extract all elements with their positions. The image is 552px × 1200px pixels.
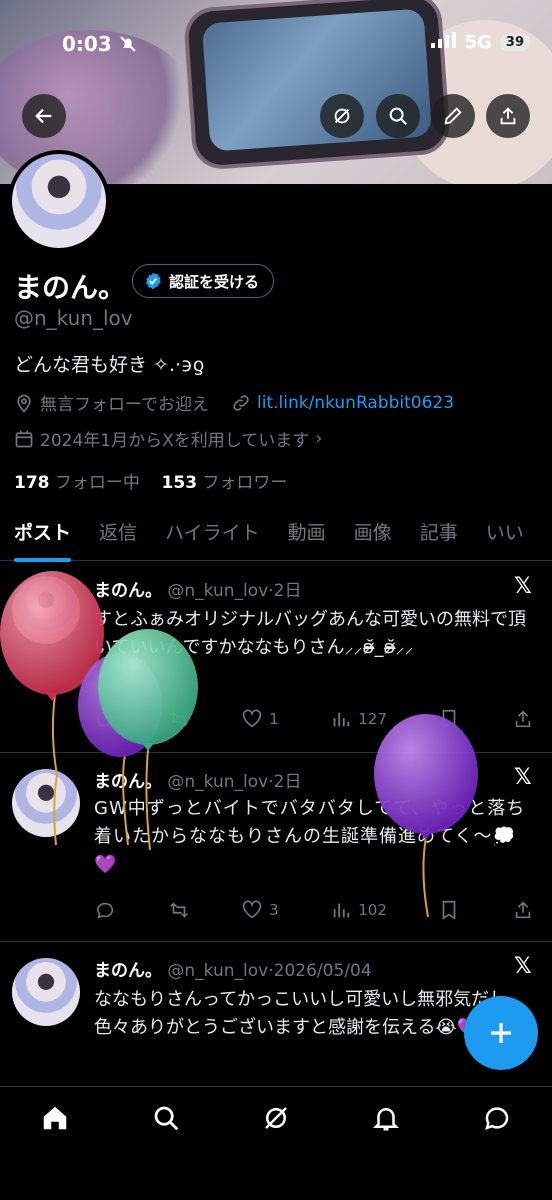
grok-button[interactable] <box>320 94 364 138</box>
x-logo-icon: 𝕏 <box>514 765 532 790</box>
heart-icon <box>242 709 262 728</box>
tab-replies[interactable]: 返信 <box>85 508 151 560</box>
verified-badge-icon <box>146 272 161 290</box>
profile-tabs: ポスト 返信 ハイライト 動画 画像 記事 いい <box>0 508 552 562</box>
bell-icon <box>373 1108 400 1131</box>
pencil-icon <box>444 107 462 125</box>
balloon-decoration-right <box>374 714 478 917</box>
display-name: まのん。 <box>14 271 127 304</box>
purple-balloon <box>374 714 478 834</box>
tab-photos[interactable]: 画像 <box>340 508 406 560</box>
signal-icon <box>430 32 457 53</box>
search-icon <box>154 1106 178 1131</box>
location-text: 無言フォローでお迎え <box>40 395 209 415</box>
follow-stats: 178 フォロー中 153 フォロワー <box>14 468 287 493</box>
tab-likes[interactable]: いい <box>472 508 538 560</box>
profile-meta-row: 無言フォローでお迎え lit.link/nkunRabbit0623 <box>14 390 454 415</box>
share-icon <box>500 107 516 125</box>
share-post-button[interactable] <box>512 708 534 730</box>
nav-search[interactable] <box>151 1103 181 1200</box>
post-avatar[interactable] <box>12 958 80 1026</box>
edit-button[interactable] <box>431 94 475 138</box>
arrow-left-icon <box>35 108 52 124</box>
home-icon <box>43 1106 67 1130</box>
repost-icon <box>169 902 188 918</box>
battery-icon: 39 <box>499 34 530 51</box>
bio: どんな君も好き ✧.·϶ƍ <box>14 354 205 376</box>
share-button[interactable] <box>486 94 530 138</box>
heart-icon <box>242 900 262 919</box>
compose-button[interactable] <box>464 996 538 1070</box>
plus-icon <box>491 1023 511 1043</box>
like-button[interactable]: 3 <box>241 899 279 921</box>
grok-icon <box>265 1107 287 1129</box>
reply-button[interactable] <box>94 899 116 921</box>
nav-notifications[interactable] <box>371 1103 401 1200</box>
like-button[interactable]: 1 <box>241 708 279 730</box>
verify-label: 認証を受ける <box>169 272 260 291</box>
share-icon <box>515 710 531 728</box>
tab-highlights[interactable]: ハイライト <box>151 508 274 560</box>
reply-icon <box>96 902 114 919</box>
repost-button[interactable] <box>168 899 190 921</box>
status-time: 0:03 <box>62 32 112 56</box>
joined-row[interactable]: 2024年1月からXを利用しています › <box>14 426 322 451</box>
tab-articles[interactable]: 記事 <box>406 508 472 560</box>
x-logo-icon: 𝕏 <box>514 954 532 979</box>
link-icon <box>233 394 249 411</box>
share-post-button[interactable] <box>512 899 534 921</box>
calendar-icon <box>15 430 33 447</box>
status-indicators: 5G 39 <box>430 32 530 53</box>
search-button[interactable] <box>376 94 420 138</box>
chevron-right-icon: › <box>315 428 323 449</box>
nav-grok[interactable] <box>261 1103 291 1200</box>
joined-text: 2024年1月からXを利用しています <box>40 431 310 451</box>
followers-link[interactable]: 153 フォロワー <box>162 473 288 493</box>
chat-icon <box>484 1107 508 1131</box>
following-link[interactable]: 178 フォロー中 <box>14 473 140 493</box>
search-icon <box>389 107 407 125</box>
post-header: まのん。 @n_kun_lov·2026/05/04 <box>94 961 372 981</box>
back-button[interactable] <box>22 94 66 138</box>
views-icon <box>333 903 350 918</box>
balloons-decoration <box>0 571 198 850</box>
network-label: 5G <box>464 32 492 53</box>
tab-posts[interactable]: ポスト <box>0 508 85 562</box>
nav-messages[interactable] <box>482 1103 512 1200</box>
x-logo-icon: 𝕏 <box>514 574 532 599</box>
nav-home[interactable] <box>40 1103 70 1200</box>
profile-avatar[interactable] <box>8 150 110 252</box>
get-verified-button[interactable]: 認証を受ける <box>132 264 275 298</box>
green-balloon <box>98 629 198 745</box>
handle: @n_kun_lov <box>14 306 133 330</box>
location-icon <box>17 394 31 413</box>
tab-videos[interactable]: 動画 <box>274 508 340 560</box>
views-icon <box>333 712 350 727</box>
bottom-navigation <box>0 1086 552 1200</box>
profile-link[interactable]: lit.link/nkunRabbit0623 <box>257 393 454 413</box>
grok-icon <box>334 108 350 124</box>
share-icon <box>515 901 531 919</box>
silent-icon <box>118 34 138 58</box>
